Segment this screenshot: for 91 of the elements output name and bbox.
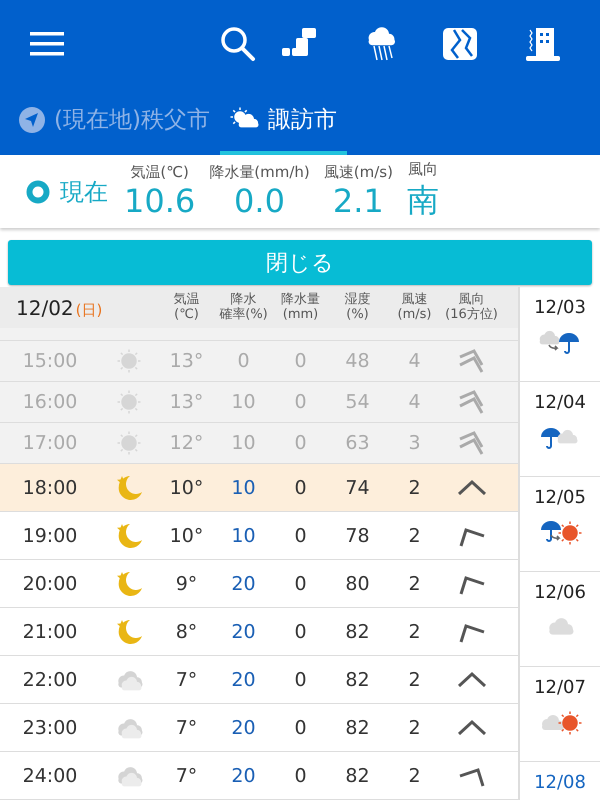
- column-header: 気温 (℃): [172, 292, 200, 322]
- probability-cell-text: 20: [230, 620, 257, 642]
- wind-speed-cell-text: 3: [407, 432, 422, 454]
- amount-cell-text: 0: [293, 476, 308, 498]
- column-header: 風速 (m/s): [396, 292, 432, 322]
- reading-label: 風向: [408, 160, 438, 179]
- amount-cell-text: 0: [293, 620, 308, 642]
- amount-cell-text: 0: [293, 668, 308, 690]
- probability-cell-text: 20: [230, 764, 257, 786]
- temperature-cell-text: 10°: [168, 524, 204, 546]
- time-cell-text: 18:00: [22, 476, 78, 498]
- day-date: 12/07: [534, 677, 586, 698]
- probability-cell-text: 10: [230, 391, 257, 413]
- amount-cell-text: 0: [293, 391, 308, 413]
- reading-label: 降水量(mm/h): [209, 163, 310, 182]
- probability-cell-text: 20: [230, 716, 257, 738]
- day-item[interactable]: 12/08: [520, 762, 600, 800]
- temperature-cell-text: 7°: [174, 764, 198, 786]
- humidity-cell-text: 80: [344, 572, 371, 594]
- wind-speed-cell-text: 2: [407, 764, 422, 786]
- time-cell-text: 19:00: [22, 524, 78, 546]
- wind-speed-cell-text: 4: [407, 391, 422, 413]
- temperature-cell-text: 13°: [168, 350, 204, 372]
- humidity-cell-text: 82: [344, 716, 371, 738]
- column-header: 降水 確率(%): [218, 292, 269, 322]
- wind-speed-cell-text: 2: [407, 572, 422, 594]
- current-label: 現在: [60, 176, 108, 208]
- probability-cell-text: 0: [236, 350, 251, 372]
- wind-speed-cell-text: 4: [407, 350, 422, 372]
- reading-value: 2.1: [332, 182, 384, 220]
- temperature-cell-text: 9°: [174, 572, 198, 594]
- day-date: 12/04: [534, 392, 586, 413]
- reading-value: 10.6: [124, 182, 196, 220]
- temperature-cell-text: 12°: [168, 432, 204, 454]
- amount-cell-text: 0: [293, 764, 308, 786]
- amount-cell-text: 0: [293, 524, 308, 546]
- amount-cell-text: 0: [293, 432, 308, 454]
- amount-cell-text: 0: [293, 716, 308, 738]
- reading-label: 風速(m/s): [324, 163, 393, 182]
- current-indicator-icon: [26, 180, 50, 204]
- day-date: 12/08: [534, 772, 586, 793]
- humidity-cell-text: 78: [344, 524, 371, 546]
- day-item[interactable]: 12/06: [520, 572, 600, 667]
- wind-speed-cell-text: 2: [407, 716, 422, 738]
- wind-speed-cell-text: 2: [407, 668, 422, 690]
- day-date: 12/06: [534, 582, 586, 603]
- time-cell-text: 22:00: [22, 668, 78, 690]
- day-item[interactable]: 12/04: [520, 382, 600, 477]
- humidity-cell-text: 54: [344, 391, 371, 413]
- humidity-cell-text: 74: [344, 476, 371, 498]
- wind-speed-cell-text: 2: [407, 476, 422, 498]
- column-header: 湿度 (%): [344, 292, 372, 322]
- temperature-cell-text: 8°: [174, 620, 198, 642]
- day-item[interactable]: 12/05: [520, 477, 600, 572]
- time-cell-text: 20:00: [22, 572, 78, 594]
- probability-cell-text: 20: [230, 668, 257, 690]
- column-header: 風向 (16方位): [444, 292, 499, 322]
- temperature-cell-text: 10°: [168, 476, 204, 498]
- time-cell-text: 16:00: [22, 391, 78, 413]
- day-item[interactable]: 12/03: [520, 287, 600, 382]
- temperature-cell-text: 13°: [168, 391, 204, 413]
- wind-speed-cell-text: 2: [407, 524, 422, 546]
- navigation-icon: [18, 106, 46, 134]
- probability-cell-text: 10: [230, 524, 257, 546]
- time-cell-text: 21:00: [22, 620, 78, 642]
- humidity-cell-text: 63: [344, 432, 371, 454]
- humidity-cell-text: 82: [344, 764, 371, 786]
- weekday-text: (日): [76, 300, 102, 320]
- humidity-cell-text: 48: [344, 350, 371, 372]
- reading-value: 0.0: [234, 182, 285, 220]
- amount-cell-text: 0: [293, 350, 308, 372]
- humidity-cell-text: 82: [344, 668, 371, 690]
- time-cell-text: 24:00: [22, 764, 78, 786]
- wind-speed-cell-text: 2: [407, 620, 422, 642]
- amount-cell-text: 0: [293, 572, 308, 594]
- temperature-cell-text: 7°: [174, 716, 198, 738]
- probability-cell-text: 20: [230, 572, 257, 594]
- time-cell-text: 23:00: [22, 716, 78, 738]
- humidity-cell-text: 82: [344, 620, 371, 642]
- reading-value: 南: [406, 180, 439, 221]
- time-cell-text: 15:00: [22, 350, 78, 372]
- reading-label: 気温(℃): [130, 163, 189, 182]
- day-date: 12/05: [534, 487, 586, 508]
- probability-cell-text: 10: [230, 476, 257, 498]
- day-item[interactable]: 12/07: [520, 667, 600, 762]
- temperature-cell-text: 7°: [174, 668, 198, 690]
- column-header: 降水量 (mm): [280, 292, 321, 322]
- time-cell-text: 17:00: [22, 432, 78, 454]
- day-date: 12/03: [534, 297, 586, 318]
- probability-cell-text: 10: [230, 432, 257, 454]
- date-text: 12/02: [16, 296, 74, 320]
